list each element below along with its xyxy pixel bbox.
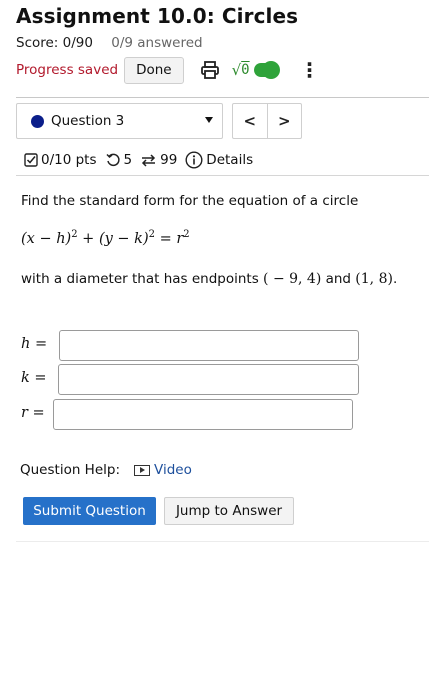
question-nav-group: < > <box>232 103 302 139</box>
score-text: Score: 0/90 <box>16 35 93 51</box>
conjunction: and <box>321 271 356 287</box>
diameter-prefix: with a diameter that has endpoints <box>21 271 264 287</box>
question-meta: 0/10 pts 5 99 Details <box>24 149 253 171</box>
sqrt-radicand: 0 <box>241 62 250 78</box>
question-status-dot <box>31 114 44 128</box>
k-answer-input[interactable] <box>58 364 359 395</box>
done-button[interactable]: Done <box>124 56 184 84</box>
submit-question-button[interactable]: Submit Question <box>23 497 156 525</box>
previous-question-button[interactable]: < <box>233 104 268 138</box>
attempts-count: 99 <box>160 152 178 168</box>
formula-exponent: 2 <box>183 229 190 240</box>
next-question-button[interactable]: > <box>268 104 302 138</box>
checkbox-icon <box>24 153 38 167</box>
attempts-icon <box>140 152 157 168</box>
question-help: Question Help: Video <box>20 460 192 480</box>
progress-saved-status: Progress saved <box>16 62 119 78</box>
video-link[interactable]: Video <box>134 462 192 478</box>
divider <box>16 175 429 176</box>
circle-formula: (x − h)2 + (y − k)2 = r2 <box>21 229 190 247</box>
page-title: Assignment 10.0: Circles <box>16 4 299 28</box>
question-prompt: Find the standard form for the equation … <box>21 193 359 209</box>
answered-count: 0/9 answered <box>111 35 203 51</box>
h-answer-input[interactable] <box>59 330 359 361</box>
divider <box>16 541 429 542</box>
question-help-label: Question Help: <box>20 462 120 478</box>
points-text: 0/10 pts <box>41 152 97 168</box>
math-toggle-switch[interactable] <box>253 61 280 79</box>
jump-to-answer-button[interactable]: Jump to Answer <box>164 497 294 525</box>
question-select-label: Question 3 <box>51 113 125 129</box>
math-toggle-icon[interactable]: √ 0 <box>231 61 280 79</box>
formula-part: + (y − k) <box>77 230 149 247</box>
endpoint-1: ( − 9, 4) <box>263 271 322 287</box>
period: . <box>392 271 398 287</box>
score-row: Score: 0/90 0/9 answered <box>16 35 203 51</box>
r-label: r = <box>21 405 45 421</box>
k-label: k = <box>21 370 47 386</box>
formula-part: = r <box>154 230 184 247</box>
formula-part: (x − h) <box>21 230 72 247</box>
retry-icon <box>105 152 121 168</box>
more-vertical-icon[interactable]: ⋮ <box>300 60 320 80</box>
divider <box>16 97 429 98</box>
info-icon[interactable] <box>185 151 203 169</box>
caret-down-icon <box>205 117 213 123</box>
retries-count: 5 <box>123 152 133 168</box>
question-select[interactable]: Question 3 <box>16 103 223 139</box>
h-label: h = <box>21 336 48 352</box>
sqrt-glyph: √ <box>231 61 242 79</box>
video-link-label[interactable]: Video <box>154 462 192 478</box>
toolbar: Progress saved Done √ 0 ⋮ <box>16 56 320 84</box>
print-icon[interactable] <box>200 60 220 80</box>
video-play-icon <box>134 464 150 476</box>
endpoint-2: (1, 8) <box>355 271 393 287</box>
details-link[interactable]: Details <box>206 152 253 168</box>
diameter-statement: with a diameter that has endpoints ( − 9… <box>21 271 397 287</box>
r-answer-input[interactable] <box>53 399 353 430</box>
